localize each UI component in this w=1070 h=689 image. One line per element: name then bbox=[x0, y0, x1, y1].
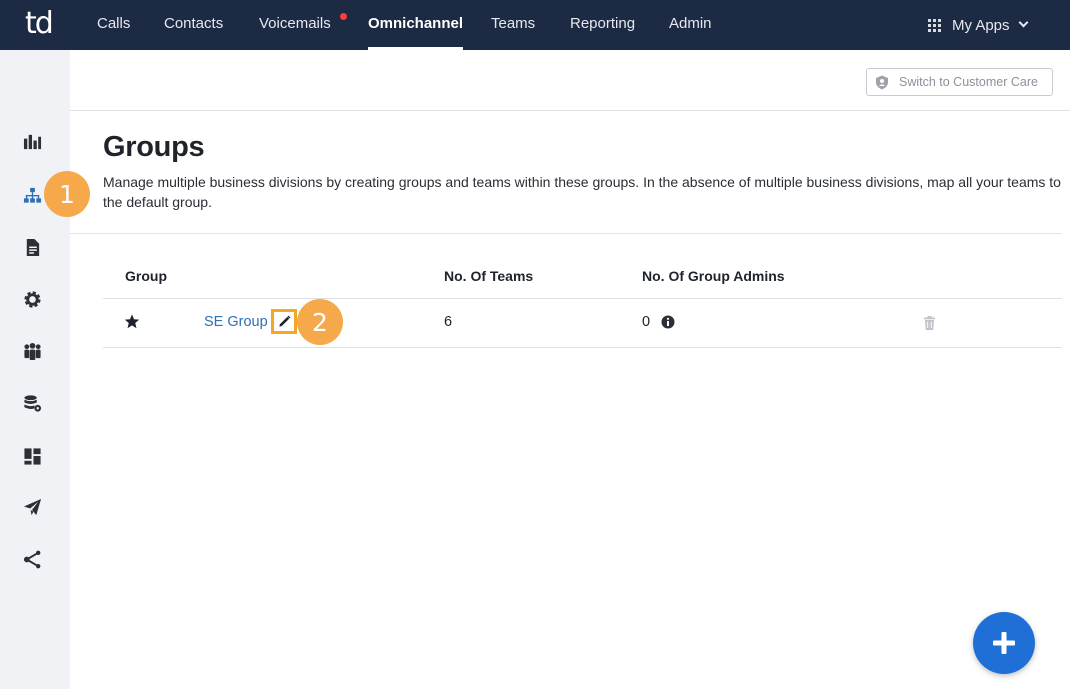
app-logo[interactable]: td bbox=[25, 8, 54, 40]
nav-contacts[interactable]: Contacts bbox=[164, 0, 223, 50]
header-divider bbox=[70, 110, 1070, 111]
trash-icon[interactable] bbox=[923, 316, 936, 330]
apps-grid-icon bbox=[928, 18, 941, 32]
nav-voicemails[interactable]: Voicemails bbox=[259, 0, 331, 50]
add-group-button[interactable] bbox=[973, 612, 1035, 674]
column-header-teams: No. Of Teams bbox=[444, 268, 534, 284]
switch-to-customer-care-button[interactable]: Switch to Customer Care bbox=[866, 68, 1053, 96]
chevron-down-icon bbox=[1018, 17, 1028, 28]
share-icon[interactable] bbox=[21, 548, 43, 570]
org-chart-icon[interactable] bbox=[21, 184, 43, 206]
page-title: Groups bbox=[103, 131, 205, 163]
nav-calls[interactable]: Calls bbox=[97, 0, 130, 50]
send-icon[interactable] bbox=[21, 496, 43, 518]
group-admin-count: 0 bbox=[642, 314, 651, 330]
database-settings-icon[interactable] bbox=[21, 392, 43, 414]
dashboard-icon[interactable] bbox=[21, 445, 43, 467]
switch-button-label: Switch to Customer Care bbox=[899, 75, 1038, 89]
table-row-divider bbox=[103, 347, 1062, 348]
my-apps-label: My Apps bbox=[952, 16, 1010, 34]
gear-icon[interactable] bbox=[21, 288, 43, 310]
star-icon[interactable] bbox=[124, 314, 140, 329]
step-callout-1: 1 bbox=[44, 171, 90, 217]
plus-icon bbox=[993, 632, 1015, 654]
nav-teams[interactable]: Teams bbox=[491, 0, 535, 50]
voicemail-notification-dot bbox=[340, 13, 347, 20]
sidebar bbox=[0, 50, 70, 689]
pencil-icon bbox=[278, 315, 290, 327]
group-name-link[interactable]: SE Group bbox=[204, 314, 268, 330]
section-divider bbox=[70, 233, 1062, 234]
people-icon[interactable] bbox=[21, 340, 43, 362]
edit-group-button[interactable] bbox=[271, 309, 297, 334]
nav-reporting[interactable]: Reporting bbox=[570, 0, 635, 50]
column-header-group: Group bbox=[125, 268, 167, 284]
active-tab-indicator bbox=[368, 47, 464, 50]
shield-user-icon bbox=[876, 75, 888, 89]
column-header-admins: No. Of Group Admins bbox=[642, 268, 785, 284]
team-count: 6 bbox=[444, 314, 453, 330]
nav-omnichannel-label: Omnichannel bbox=[368, 15, 464, 32]
my-apps-menu[interactable]: My Apps bbox=[928, 0, 1028, 50]
info-icon[interactable] bbox=[661, 315, 675, 329]
page-description: Manage multiple business divisions by cr… bbox=[103, 174, 1061, 210]
step-callout-2: 2 bbox=[297, 299, 343, 345]
document-icon[interactable] bbox=[21, 236, 43, 258]
nav-admin[interactable]: Admin bbox=[669, 0, 712, 50]
nav-omnichannel[interactable]: Omnichannel bbox=[368, 0, 464, 50]
analytics-icon[interactable] bbox=[21, 130, 43, 152]
table-header-divider bbox=[103, 298, 1062, 299]
top-nav-bar: td Calls Contacts Voicemails Omnichannel… bbox=[0, 0, 1070, 50]
